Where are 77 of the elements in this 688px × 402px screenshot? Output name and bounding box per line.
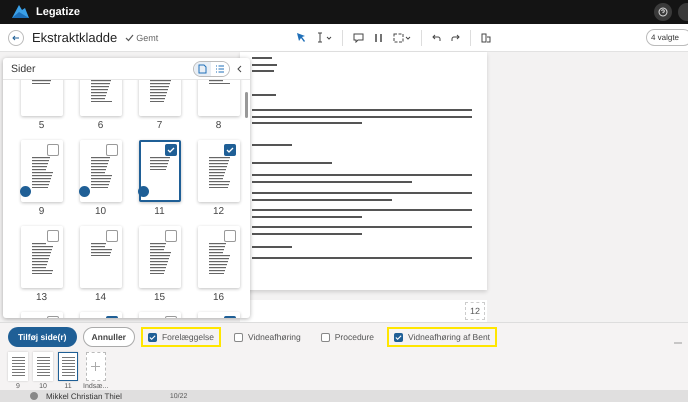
page-number: 8 — [216, 120, 222, 132]
page-number: 11 — [154, 206, 165, 218]
selection-count[interactable]: 4 valgte — [646, 29, 688, 46]
checkmark-icon — [148, 334, 156, 340]
selection-icon[interactable] — [393, 32, 412, 42]
page-view-icon[interactable] — [194, 62, 211, 76]
panel-title: Sider — [11, 62, 37, 74]
page-checkbox[interactable] — [46, 144, 58, 156]
page-number: 9 — [38, 206, 44, 218]
document-title: Ekstraktkladde — [32, 30, 118, 45]
page-number: 12 — [212, 206, 224, 218]
page-thumbnail[interactable] — [198, 140, 240, 202]
arrow-icon — [12, 34, 20, 40]
page-thumbnail[interactable] — [20, 140, 62, 202]
page-checkbox[interactable] — [224, 144, 236, 156]
page-thumbnail[interactable] — [80, 226, 122, 288]
page-thumbnail[interactable] — [80, 140, 122, 202]
help-icon[interactable] — [654, 3, 672, 21]
user-name: Mikkel Christian Thiel — [46, 392, 122, 400]
app-name: Legatize — [36, 6, 80, 18]
page-number: 15 — [154, 292, 166, 304]
category-label[interactable]: Vidneafhøring — [248, 332, 301, 342]
scrollbar[interactable] — [245, 92, 248, 118]
page-thumbnail[interactable] — [20, 226, 62, 288]
document-text-drawing — [208, 157, 230, 188]
avatar-icon — [30, 392, 38, 400]
page-number: 16 — [212, 292, 224, 304]
checkmark-icon — [394, 334, 402, 340]
document-text-drawing — [150, 157, 172, 170]
category-checkbox[interactable] — [320, 332, 330, 342]
comment-icon[interactable] — [353, 32, 364, 42]
page-number: 12 — [464, 302, 485, 320]
page-number: 14 — [94, 292, 106, 304]
category-checkbox[interactable] — [234, 332, 243, 342]
document-text-drawing — [90, 157, 112, 188]
document-text-drawing — [90, 80, 112, 102]
page-number: 10 — [94, 206, 106, 218]
redo-icon[interactable] — [451, 34, 460, 42]
page-checkbox[interactable] — [46, 230, 58, 242]
split-page-icon[interactable] — [481, 32, 492, 42]
document-text-drawing — [150, 80, 172, 102]
document-text-drawing — [150, 243, 172, 274]
page-thumbnail[interactable] — [58, 352, 78, 381]
page-number: 5 — [38, 120, 44, 132]
page-checkbox[interactable] — [224, 230, 236, 242]
page-checkbox[interactable] — [164, 230, 176, 242]
category-label[interactable]: Procedure — [334, 332, 374, 342]
back-button[interactable] — [8, 30, 24, 46]
category-checkbox[interactable] — [394, 332, 403, 342]
category-label[interactable]: Vidneafhøring af Bent — [408, 332, 490, 342]
document-text-drawing — [208, 243, 230, 274]
cancel-button[interactable]: Annuller — [82, 327, 135, 347]
checkmark-icon — [166, 146, 174, 154]
plus-icon — [91, 362, 100, 371]
page-number: 6 — [98, 120, 104, 132]
page-checkbox[interactable] — [106, 230, 118, 242]
page-number: 7 — [156, 120, 162, 132]
category-label[interactable]: Forelæggelse — [162, 332, 214, 342]
checkmark-icon — [125, 34, 134, 42]
document-text-drawing — [32, 243, 54, 274]
document-text-drawing — [90, 243, 112, 256]
save-status: Gemt — [136, 32, 158, 42]
page-thumbnail[interactable] — [198, 226, 240, 288]
pointer-icon[interactable] — [296, 32, 306, 43]
logo-icon — [10, 2, 30, 18]
page-thumbnail[interactable] — [138, 226, 180, 288]
pause-icon[interactable] — [374, 32, 384, 42]
checkmark-icon — [226, 146, 234, 154]
document-text-drawing — [32, 157, 54, 188]
text-cursor-icon[interactable] — [316, 32, 332, 43]
add-pages-button[interactable]: Tilføj side(r) — [8, 327, 76, 347]
category-checkbox[interactable] — [148, 332, 157, 342]
page-thumbnail[interactable] — [138, 140, 180, 202]
page-checkbox[interactable] — [106, 144, 118, 156]
undo-icon[interactable] — [432, 34, 442, 42]
page-number: 13 — [36, 292, 48, 304]
page-checkbox[interactable] — [164, 144, 176, 156]
